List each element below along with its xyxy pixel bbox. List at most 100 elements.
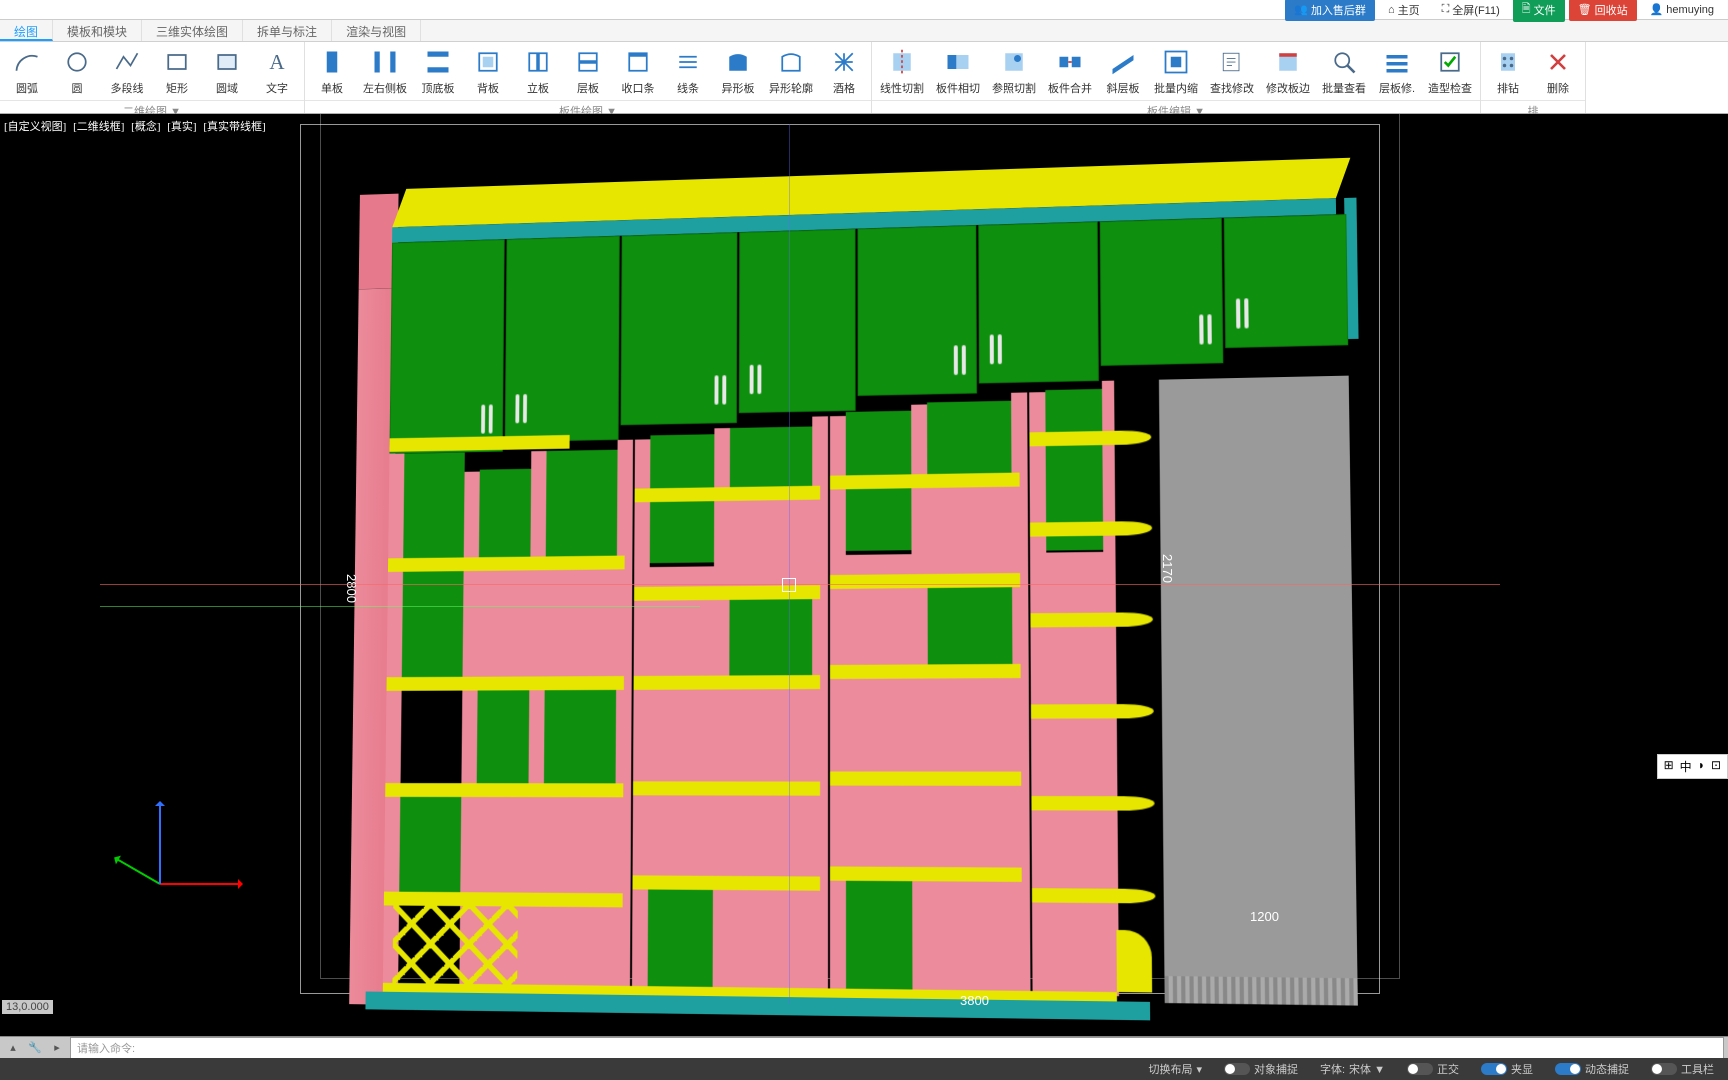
ribbon-text[interactable]: A文字 [252, 44, 302, 98]
widget-grid-icon[interactable]: ⊞ [1664, 758, 1674, 775]
header-bar: 👥 加入售后群 ⌂ 主页 ⛶ 全屏(F11) 🗎 文件 🗑 回收站 👤 hemu… [0, 0, 1728, 20]
ribbon-line[interactable]: 线条 [663, 44, 713, 98]
ribbon-slant[interactable]: 斜层板 [1098, 44, 1148, 98]
pcut-icon [942, 46, 974, 78]
shelf-b4 [633, 781, 820, 795]
vp-label-wireframe[interactable]: [二维线框] [73, 121, 124, 133]
file-button[interactable]: 🗎 文件 [1513, 0, 1565, 22]
home-button[interactable]: ⌂ 主页 [1379, 0, 1429, 21]
toggle-dynsnap[interactable] [1555, 1063, 1581, 1075]
ribbon-rcut[interactable]: 参照切割 [986, 44, 1042, 98]
ribbon-srepair[interactable]: 层板修. [1372, 44, 1422, 98]
toggle-ortho[interactable] [1407, 1063, 1433, 1075]
cmd-wrench-icon[interactable]: 🔧 [26, 1039, 44, 1057]
merge-icon [1054, 46, 1086, 78]
ribbon-label: 层板修. [1379, 80, 1415, 96]
status-dynsnap[interactable]: 动态捕捉 [1549, 1061, 1635, 1077]
viewport[interactable]: [自定义视图] [二维线框] [概念] [真实] [真实带线框] [0, 114, 1728, 1058]
ribbon-topbot[interactable]: 顶底板 [413, 44, 463, 98]
coord-readout: 13,0.000 [2, 1000, 53, 1014]
rect-icon [161, 46, 193, 78]
dim-right-w: 1200 [1250, 909, 1279, 924]
ribbon-wine[interactable]: 酒格 [819, 44, 869, 98]
ribbon-label: 线性切割 [880, 80, 924, 96]
ribbon-label: 酒格 [833, 80, 855, 96]
vp-label-real[interactable]: [真实] [167, 121, 196, 133]
status-snap[interactable]: 对象捕捉 [1218, 1061, 1304, 1077]
widget-ime-icon[interactable]: 中 [1680, 758, 1692, 775]
ribbon-label: 立板 [527, 80, 549, 96]
axis-x-icon [160, 883, 240, 885]
ribbon-label: 左右侧板 [363, 80, 407, 96]
ribbon-pcut[interactable]: 板件相切 [930, 44, 986, 98]
join-group-button[interactable]: 👥 加入售后群 [1285, 0, 1375, 21]
ribbon-polyline[interactable]: 多段线 [102, 44, 152, 98]
ribbon-label: 圆 [72, 80, 83, 96]
edge-icon [1272, 46, 1304, 78]
shelf-a1 [388, 556, 625, 572]
cshelf-2 [1030, 521, 1152, 537]
ribbon-outline[interactable]: 异形轮廓 [763, 44, 819, 98]
ribbon-label: 参照切割 [992, 80, 1036, 96]
command-input[interactable]: 请输入命令: [70, 1037, 1724, 1059]
tab-3d[interactable]: 三维实体绘图 [142, 20, 243, 41]
tab-draw[interactable]: 绘图 [0, 20, 53, 41]
shelf-c4 [830, 771, 1021, 785]
widget-square-icon[interactable]: ⊡ [1711, 758, 1721, 775]
status-font[interactable]: 字体: 宋体 ▼ [1314, 1061, 1391, 1077]
file-icon: 🗎 [1522, 0, 1531, 19]
upper-door-6 [978, 222, 1099, 384]
tab-render[interactable]: 渲染与视图 [332, 20, 421, 41]
ribbon-back[interactable]: 背板 [463, 44, 513, 98]
ribbon-del[interactable]: 删除 [1533, 44, 1583, 98]
status-overlap[interactable]: 夹显 [1475, 1061, 1539, 1077]
wine-rack [392, 904, 518, 1005]
recycle-button[interactable]: 🗑 回收站 [1569, 0, 1637, 21]
vp-label-custom[interactable]: [自定义视图] [4, 121, 66, 133]
cmd-expand-icon[interactable]: ▴ [4, 1039, 22, 1057]
cshelf-3 [1030, 612, 1153, 627]
ribbon-panel[interactable]: 单板 [307, 44, 357, 98]
ribbon-rect[interactable]: 矩形 [152, 44, 202, 98]
status-toolbar[interactable]: 工具栏 [1645, 1061, 1720, 1077]
tab-template[interactable]: 模板和模块 [53, 20, 142, 41]
user-button[interactable]: 👤 hemuying [1641, 0, 1723, 19]
ucs-axes [120, 813, 240, 933]
ribbon-lcut[interactable]: 线性切割 [874, 44, 930, 98]
ribbon-arc[interactable]: 圆弧 [2, 44, 52, 98]
widget-moon-icon[interactable]: ◗ [1698, 758, 1705, 775]
shelf-b3 [634, 675, 820, 690]
ribbon-special[interactable]: 异形板 [713, 44, 763, 98]
ribbon-merge[interactable]: 板件合并 [1042, 44, 1098, 98]
ribbon-strip[interactable]: 收口条 [613, 44, 663, 98]
sliding-door [1159, 376, 1358, 985]
vp-label-concept[interactable]: [概念] [131, 121, 160, 133]
ribbon-drill[interactable]: 排钻 [1483, 44, 1533, 98]
status-ortho[interactable]: 正交 [1401, 1061, 1465, 1077]
upper-door-1 [389, 239, 504, 453]
polyline-icon [111, 46, 143, 78]
ribbon-bview[interactable]: 批量查看 [1316, 44, 1372, 98]
status-layout[interactable]: 切换布局 ▾ [1142, 1061, 1208, 1077]
ribbon-shelf[interactable]: 层板 [563, 44, 613, 98]
upper-door-5 [857, 225, 976, 396]
toggle-overlap[interactable] [1481, 1063, 1507, 1075]
toggle-toolbar[interactable] [1651, 1063, 1677, 1075]
ribbon-region[interactable]: 圆域 [202, 44, 252, 98]
ribbon-bshrink[interactable]: 批量内缩 [1148, 44, 1204, 98]
right-widget[interactable]: ⊞ 中 ◗ ⊡ [1657, 754, 1728, 779]
circle-icon [61, 46, 93, 78]
ribbon-edge[interactable]: 修改板边 [1260, 44, 1316, 98]
toggle-snap[interactable] [1224, 1063, 1250, 1075]
tab-split[interactable]: 拆单与标注 [243, 20, 332, 41]
ribbon-circle[interactable]: 圆 [52, 44, 102, 98]
ribbon-vert[interactable]: 立板 [513, 44, 563, 98]
vdiv-4b [830, 416, 846, 999]
shelf-c2 [830, 573, 1020, 589]
ribbon-lrside[interactable]: 左右侧板 [357, 44, 413, 98]
ribbon-check[interactable]: 造型检查 [1422, 44, 1478, 98]
fullscreen-button[interactable]: ⛶ 全屏(F11) [1433, 0, 1509, 21]
ribbon-find[interactable]: 查找修改 [1204, 44, 1260, 98]
vp-label-realwire[interactable]: [真实带线框] [203, 121, 265, 133]
ribbon-label: 多段线 [111, 80, 144, 96]
